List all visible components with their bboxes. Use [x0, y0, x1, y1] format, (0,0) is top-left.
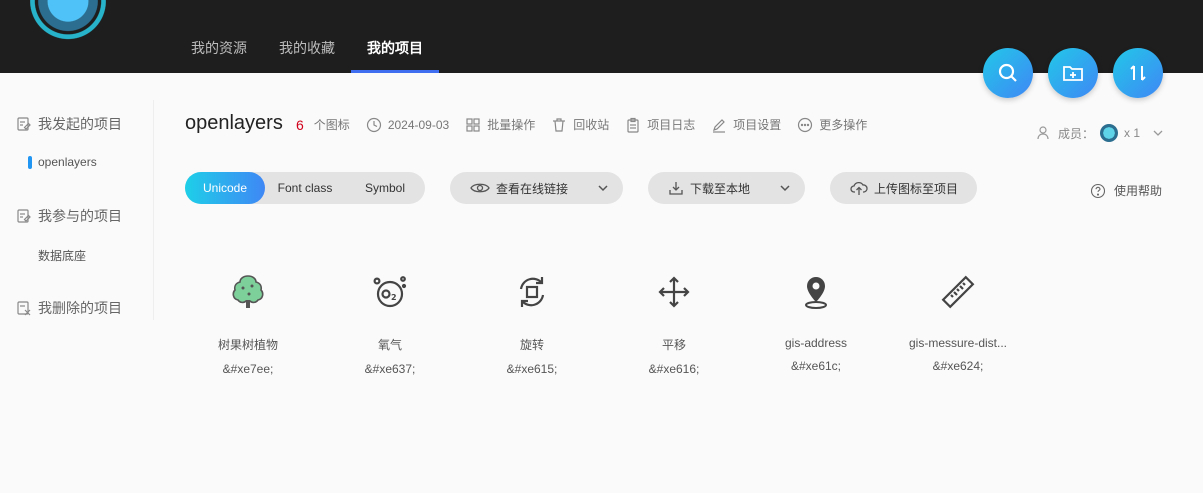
icon-card[interactable]: 2 氧气 &#xe637;	[319, 262, 461, 376]
sort-icon	[1130, 65, 1146, 81]
sidebar-item-openlayers[interactable]: openlayers	[28, 155, 97, 169]
project-meta: 6 个图标 2024-09-03 批量操作 回收站 项目日志 项目设置 更多操作	[296, 116, 867, 133]
svg-text:2: 2	[391, 293, 397, 302]
icon-card[interactable]: gis-address &#xe61c;	[745, 262, 887, 373]
icon-card[interactable]: 平移 &#xe616;	[603, 262, 745, 376]
chevron-down-icon	[780, 185, 790, 192]
icon-name: 氧气	[377, 338, 402, 352]
sidebar-group-label: 我参与的项目	[38, 208, 122, 224]
upload-label: 上传图标至项目	[874, 181, 959, 196]
chevron-down-icon	[598, 185, 608, 192]
help-link[interactable]: 使用帮助	[1090, 182, 1162, 199]
icon-code: &#xe637;	[364, 362, 416, 376]
pencil-icon	[713, 118, 726, 133]
member-avatar	[1100, 124, 1119, 142]
icon-count-label: 个图标	[313, 118, 350, 132]
trash-icon	[553, 117, 566, 132]
batch-action-label: 批量操作	[487, 118, 536, 132]
sidebar-group-created[interactable]: 我发起的项目	[16, 114, 122, 134]
icon-code: &#xe615;	[506, 362, 558, 376]
map-pin-icon	[745, 262, 887, 322]
eye-icon	[470, 183, 490, 193]
clipboard-icon	[627, 117, 639, 133]
chevron-down-icon	[1153, 130, 1163, 136]
icon-name: 树果树植物	[217, 338, 278, 352]
icon-code: &#xe61c;	[790, 359, 842, 373]
sort-button[interactable]	[1113, 48, 1163, 98]
members-count: x 1	[1124, 126, 1141, 140]
edit-doc-icon	[17, 117, 31, 131]
new-folder-button[interactable]	[1048, 48, 1098, 98]
icon-name: gis-address	[784, 336, 848, 350]
format-unicode-button[interactable]: Unicode	[185, 172, 265, 204]
date-text: 2024-09-03	[387, 117, 450, 132]
icon-code: &#xe616;	[648, 362, 700, 376]
sidebar-item-data-base[interactable]: 数据底座	[38, 247, 86, 264]
icon-code: &#xe624;	[932, 359, 984, 373]
project-log-label: 项目日志	[647, 118, 696, 132]
more-icon	[798, 117, 813, 132]
sidebar: 我发起的项目 openlayers 我参与的项目 数据底座 我删除的项目	[0, 100, 154, 320]
nav-my-resources[interactable]: 我的资源	[175, 0, 263, 73]
more-actions-label: 更多操作	[819, 118, 868, 132]
sidebar-group-label: 我发起的项目	[38, 116, 122, 132]
icon-name: 平移	[661, 338, 686, 352]
more-actions-button[interactable]: 更多操作	[797, 116, 867, 133]
delete-doc-icon	[17, 301, 31, 316]
format-font-class-button[interactable]: Font class	[265, 172, 345, 204]
move-icon	[603, 262, 745, 322]
folder-plus-icon	[1063, 66, 1083, 81]
project-settings-button[interactable]: 项目设置	[711, 116, 781, 133]
logo-avatar[interactable]	[20, 0, 116, 48]
tree-icon	[177, 262, 319, 322]
edit-doc-icon	[17, 209, 31, 223]
project-date: 2024-09-03	[366, 117, 449, 133]
nav-my-projects[interactable]: 我的项目	[351, 0, 439, 73]
sidebar-group-label: 我删除的项目	[38, 300, 122, 316]
project-settings-label: 项目设置	[733, 118, 782, 132]
user-icon	[1037, 126, 1049, 140]
oxygen-icon: 2	[319, 262, 461, 322]
sidebar-item-label: 数据底座	[38, 249, 87, 263]
format-symbol-button[interactable]: Symbol	[345, 172, 425, 204]
cloud-upload-icon	[850, 181, 868, 195]
question-circle-icon	[1090, 183, 1106, 198]
icon-card[interactable]: gis-messure-dist... &#xe624;	[887, 262, 1029, 373]
clock-icon	[366, 117, 381, 132]
project-log-button[interactable]: 项目日志	[625, 116, 695, 133]
download-icon	[669, 182, 683, 195]
recycle-bin-label: 回收站	[573, 118, 610, 132]
recycle-bin-button[interactable]: 回收站	[551, 116, 609, 133]
sidebar-group-joined[interactable]: 我参与的项目	[16, 206, 122, 226]
icon-name: gis-messure-dist...	[908, 336, 1008, 350]
main-nav: 我的资源 我的收藏 我的项目	[175, 0, 439, 73]
grid-icon	[466, 117, 480, 132]
search-icon	[998, 63, 1017, 82]
sidebar-item-label: openlayers	[38, 155, 97, 169]
icon-count: 6	[296, 116, 304, 133]
icon-card[interactable]: 旋转 &#xe615;	[461, 262, 603, 376]
rotate-icon	[461, 262, 603, 322]
sidebar-group-deleted[interactable]: 我删除的项目	[16, 298, 122, 318]
ruler-icon	[887, 262, 1029, 322]
icon-name: 旋转	[519, 338, 544, 352]
members-label: 成员：	[1058, 126, 1095, 141]
view-online-link-label: 查看在线链接	[496, 181, 569, 196]
download-button[interactable]: 下载至本地	[648, 172, 805, 204]
nav-my-favorites[interactable]: 我的收藏	[263, 0, 351, 73]
download-label: 下载至本地	[690, 181, 751, 196]
help-label: 使用帮助	[1114, 184, 1163, 198]
view-online-link-button[interactable]: 查看在线链接	[450, 172, 623, 204]
format-switch: Unicode Font class Symbol	[185, 172, 425, 204]
active-indicator	[28, 155, 32, 169]
icon-code: &#xe7ee;	[222, 362, 274, 376]
batch-action-button[interactable]: 批量操作	[465, 116, 535, 133]
members-dropdown[interactable]: 成员： x 1	[1036, 124, 1164, 142]
icon-card[interactable]: 树果树植物 &#xe7ee;	[177, 262, 319, 376]
search-button[interactable]	[983, 48, 1033, 98]
upload-icon-button[interactable]: 上传图标至项目	[830, 172, 977, 204]
project-title: openlayers	[185, 112, 283, 134]
